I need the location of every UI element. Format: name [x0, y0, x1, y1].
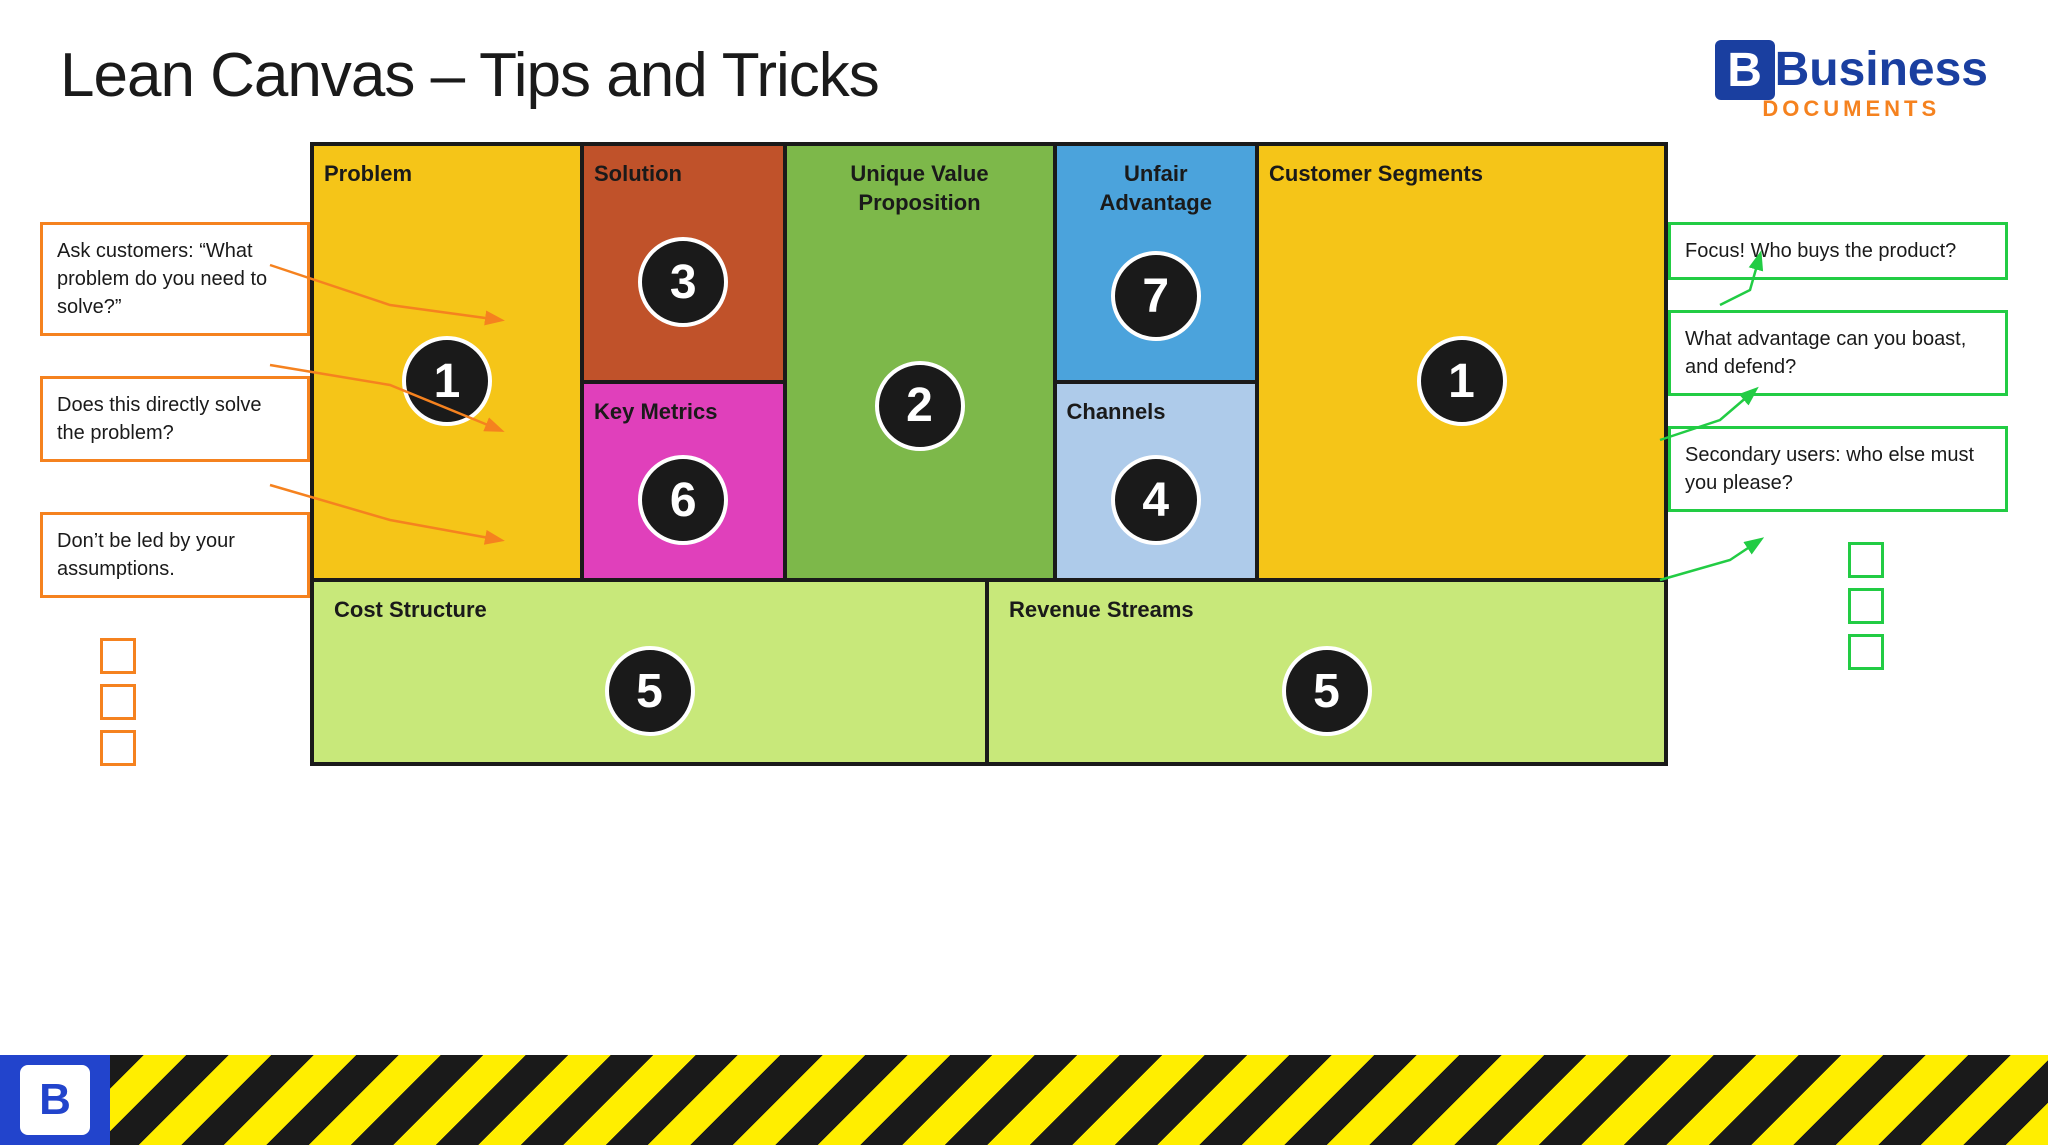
- key-metrics-number: 6: [638, 455, 728, 545]
- cell-solution: Solution 3: [584, 146, 783, 384]
- cell-revenue: Revenue Streams 5: [989, 582, 1664, 762]
- right-checkbox-3[interactable]: [1848, 634, 1884, 670]
- right-annotation-1: Focus! Who buys the product?: [1668, 222, 2008, 280]
- right-annotations: Focus! Who buys the product? What advant…: [1668, 142, 2008, 766]
- revenue-title: Revenue Streams: [1009, 596, 1194, 625]
- customer-number: 1: [1417, 336, 1507, 426]
- channels-title: Channels: [1067, 398, 1166, 427]
- cost-title: Cost Structure: [334, 596, 487, 625]
- customer-title: Customer Segments: [1269, 160, 1483, 189]
- main-area: Ask customers: “What problem do you need…: [0, 142, 2048, 766]
- cell-cost: Cost Structure 5: [314, 582, 989, 762]
- right-checkbox-1[interactable]: [1848, 542, 1884, 578]
- right-annotation-2: What advantage can you boast, and defend…: [1668, 310, 2008, 396]
- right-checkbox-2[interactable]: [1848, 588, 1884, 624]
- footer-logo: B: [0, 1055, 110, 1145]
- lean-canvas: Problem 1 Solution 3: [310, 142, 1668, 766]
- solution-title: Solution: [594, 160, 682, 189]
- problem-number: 1: [402, 336, 492, 426]
- cell-unfair-split: Unfair Advantage 7 Channels 4: [1057, 146, 1260, 578]
- left-annotation-2: Does this directly solve the problem?: [40, 376, 310, 462]
- unfair-title: Unfair Advantage: [1067, 160, 1246, 217]
- right-checkboxes: [1848, 542, 2008, 670]
- left-annotation-3: Don’t be led by your assumptions.: [40, 512, 310, 598]
- right-annotation-3: Secondary users: who else must you pleas…: [1668, 426, 2008, 512]
- checkbox-1[interactable]: [100, 638, 136, 674]
- checkbox-2[interactable]: [100, 684, 136, 720]
- footer: B: [0, 1055, 2048, 1145]
- solution-number: 3: [638, 237, 728, 327]
- uvp-title: Unique Value Proposition: [797, 160, 1043, 217]
- checkbox-3[interactable]: [100, 730, 136, 766]
- uvp-number: 2: [875, 361, 965, 451]
- left-annotations: Ask customers: “What problem do you need…: [40, 142, 310, 766]
- channels-number: 4: [1111, 455, 1201, 545]
- footer-b-icon: B: [20, 1065, 90, 1135]
- cell-customer: Customer Segments 1: [1259, 146, 1664, 578]
- cell-key-metrics: Key Metrics 6: [584, 384, 783, 578]
- problem-title: Problem: [324, 160, 412, 189]
- left-checkboxes: [100, 638, 310, 766]
- page-title: Lean Canvas – Tips and Tricks: [60, 40, 879, 111]
- logo: B Business DOCUMENTS: [1715, 40, 1988, 122]
- cell-problem: Problem 1: [314, 146, 584, 578]
- revenue-number: 5: [1282, 646, 1372, 736]
- logo-documents-text: DOCUMENTS: [1762, 96, 1940, 122]
- header: Lean Canvas – Tips and Tricks B Business…: [0, 0, 2048, 142]
- logo-b-icon: B: [1715, 40, 1775, 100]
- key-metrics-title: Key Metrics: [594, 398, 718, 427]
- cell-unfair: Unfair Advantage 7: [1057, 146, 1256, 384]
- cell-uvp: Unique Value Proposition 2: [787, 146, 1057, 578]
- cell-channels: Channels 4: [1057, 384, 1256, 578]
- cell-solution-split: Solution 3 Key Metrics 6: [584, 146, 787, 578]
- cost-number: 5: [605, 646, 695, 736]
- left-annotation-1: Ask customers: “What problem do you need…: [40, 222, 310, 336]
- unfair-number: 7: [1111, 251, 1201, 341]
- logo-business-text: Business: [1775, 46, 1988, 94]
- footer-stripes: [110, 1055, 2048, 1145]
